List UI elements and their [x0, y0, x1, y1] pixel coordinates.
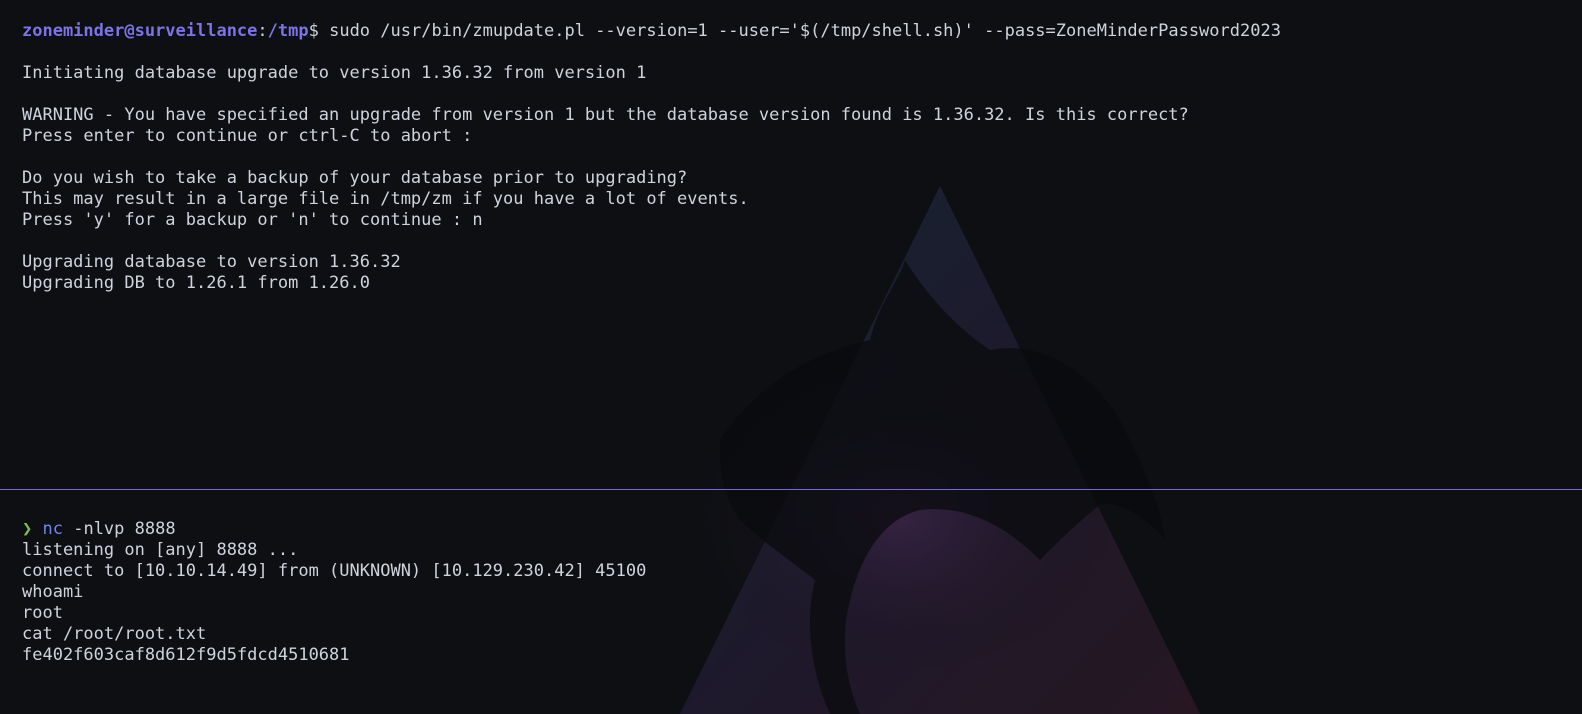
- prompt-symbol: $: [308, 21, 319, 41]
- output-line: This may result in a large file in /tmp/…: [22, 189, 749, 209]
- output-line: Do you wish to take a backup of your dat…: [22, 168, 688, 188]
- command-prompt-line: zoneminder@surveillance:/tmp$ sudo /usr/…: [22, 21, 1582, 42]
- output-line: whoami: [22, 582, 84, 602]
- bottom-terminal-pane[interactable]: ❯ nc -nlvp 8888 listening on [any] 8888 …: [0, 491, 1582, 714]
- prompt-command: sudo /usr/bin/zmupdate.pl --version=1 --…: [318, 21, 1281, 41]
- output-line: root: [22, 603, 63, 623]
- output-line: cat /root/root.txt: [22, 624, 207, 644]
- output-line: Initiating database upgrade to version 1…: [22, 63, 647, 83]
- prompt-user-host: zoneminder@surveillance: [22, 21, 258, 41]
- prompt-cwd: /tmp: [267, 21, 309, 41]
- output-line: Press 'y' for a backup or 'n' to continu…: [22, 210, 483, 230]
- prompt-separator: :: [257, 21, 268, 41]
- prompt-arrow-icon: ❯: [22, 519, 33, 539]
- output-line: listening on [any] 8888 ...: [22, 540, 299, 560]
- output-line: Upgrading database to version 1.36.32: [22, 252, 401, 272]
- output-line: connect to [10.10.14.49] from (UNKNOWN) …: [22, 561, 647, 581]
- output-line: Press enter to continue or ctrl-C to abo…: [22, 126, 473, 146]
- prompt-command-args: -nlvp 8888: [62, 519, 176, 539]
- top-terminal-pane[interactable]: zoneminder@surveillance:/tmp$ sudo /usr/…: [0, 0, 1582, 489]
- output-line: Upgrading DB to 1.26.1 from 1.26.0: [22, 273, 370, 293]
- output-line: WARNING - You have specified an upgrade …: [22, 105, 1189, 125]
- command-prompt-line: ❯ nc -nlvp 8888: [22, 519, 1582, 540]
- output-line: fe402f603caf8d612f9d5fdcd4510681: [22, 645, 350, 665]
- prompt-command-name: nc: [42, 519, 63, 539]
- pane-divider[interactable]: [0, 489, 1582, 490]
